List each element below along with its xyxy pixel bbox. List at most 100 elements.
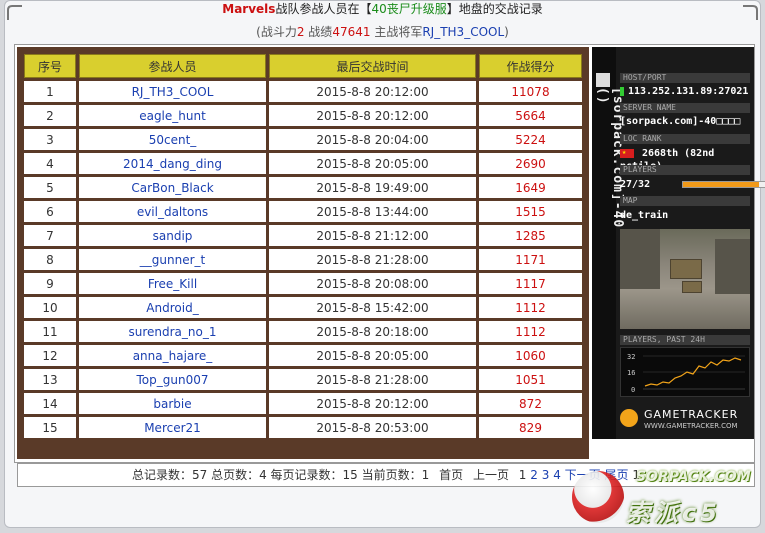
player-link[interactable]: CarBon_Black	[79, 177, 266, 198]
battle-score: 1515	[479, 201, 582, 222]
graph-tick-32: 32	[627, 353, 635, 361]
first-page-link[interactable]: 首页	[439, 468, 463, 482]
table-row: 2 eagle_hunt 2015-8-8 20:12:00 5664	[24, 105, 582, 126]
battle-score: 11078	[479, 81, 582, 102]
table-row: 4 2014_dang_ding 2015-8-8 20:05:00 2690	[24, 153, 582, 174]
battle-score: 1112	[479, 297, 582, 318]
table-row: 3 50cent_ 2015-8-8 20:04:00 5224	[24, 129, 582, 150]
gametracker-logo[interactable]: GAMETRACKER WWW.GAMETRACKER.COM	[620, 407, 752, 433]
row-no: 2	[24, 105, 76, 126]
graph-label: PLAYERS, PAST 24H	[620, 335, 750, 345]
battle-score: 829	[479, 417, 582, 438]
row-no: 14	[24, 393, 76, 414]
map-label: MAP	[620, 196, 750, 206]
row-no: 13	[24, 369, 76, 390]
table-row: 6 evil_daltons 2015-8-8 13:44:00 1515	[24, 201, 582, 222]
player-link[interactable]: Free_Kill	[79, 273, 266, 294]
general-link[interactable]: RJ_TH3_COOL	[422, 25, 504, 39]
player-link[interactable]: Android_	[79, 297, 266, 318]
player-link[interactable]: surendra_no_1	[79, 321, 266, 342]
table-row: 1 RJ_TH3_COOL 2015-8-8 20:12:00 11078	[24, 81, 582, 102]
graph-tick-0: 0	[631, 386, 635, 394]
player-link[interactable]: __gunner_t	[79, 249, 266, 270]
china-flag-icon	[620, 146, 634, 159]
row-no: 8	[24, 249, 76, 270]
players-label: PLAYERS	[620, 165, 750, 175]
page-link-2[interactable]: 2	[530, 468, 538, 482]
row-no: 6	[24, 201, 76, 222]
player-link[interactable]: eagle_hunt	[79, 105, 266, 126]
battle-score: 2690	[479, 153, 582, 174]
table-row: 5 CarBon_Black 2015-8-8 19:49:00 1649	[24, 177, 582, 198]
players-24h-graph: 32 16 0	[620, 347, 750, 397]
page-title: Marvels战队参战人员在【40丧尸升级服】地盘的交战记录	[0, 0, 765, 18]
last-battle-time: 2015-8-8 20:53:00	[269, 417, 476, 438]
battle-score: 1060	[479, 345, 582, 366]
record-value: 47641	[332, 25, 371, 39]
table-row: 11 surendra_no_1 2015-8-8 20:18:00 1112	[24, 321, 582, 342]
battle-score: 1117	[479, 273, 582, 294]
online-indicator-icon	[620, 86, 624, 96]
server-name[interactable]: 40丧尸升级服	[371, 2, 446, 16]
player-link[interactable]: 50cent_	[79, 129, 266, 150]
gametracker-logo-icon	[620, 409, 638, 427]
page-link-1[interactable]: 1	[519, 468, 527, 482]
player-link[interactable]: RJ_TH3_COOL	[79, 81, 266, 102]
host-value: 113.252.131.89:27021	[620, 85, 750, 98]
last-battle-time: 2015-8-8 20:08:00	[269, 273, 476, 294]
player-link[interactable]: barbie	[79, 393, 266, 414]
table-row: 9 Free_Kill 2015-8-8 20:08:00 1117	[24, 273, 582, 294]
server-name-label: SERVER NAME	[620, 103, 750, 113]
row-no: 12	[24, 345, 76, 366]
row-no: 11	[24, 321, 76, 342]
gametracker-side: [sorpack.com]-40()	[592, 47, 625, 439]
battle-score: 1285	[479, 225, 582, 246]
last-battle-time: 2015-8-8 20:05:00	[269, 345, 476, 366]
col-header-time: 最后交战时间	[269, 54, 476, 78]
last-battle-time: 2015-8-8 19:49:00	[269, 177, 476, 198]
last-battle-time: 2015-8-8 15:42:00	[269, 297, 476, 318]
row-no: 9	[24, 273, 76, 294]
player-link[interactable]: 2014_dang_ding	[79, 153, 266, 174]
battle-score: 1649	[479, 177, 582, 198]
col-header-player: 参战人员	[79, 54, 266, 78]
row-no: 7	[24, 225, 76, 246]
col-header-score: 作战得分	[479, 54, 582, 78]
player-link[interactable]: Top_gun007	[79, 369, 266, 390]
player-link[interactable]: evil_daltons	[79, 201, 266, 222]
clan-name[interactable]: Marvels	[222, 2, 275, 16]
table-header-row: 序号 参战人员 最后交战时间 作战得分	[24, 54, 582, 78]
battle-score: 1112	[479, 321, 582, 342]
last-battle-time: 2015-8-8 21:28:00	[269, 369, 476, 390]
players-bar-fill	[683, 182, 759, 187]
battle-score: 872	[479, 393, 582, 414]
watermark-logo-icon	[572, 471, 624, 523]
player-link[interactable]: sandip	[79, 225, 266, 246]
last-battle-time: 2015-8-8 20:05:00	[269, 153, 476, 174]
rank-label: LOC RANK	[620, 134, 750, 144]
last-battle-time: 2015-8-8 20:18:00	[269, 321, 476, 342]
pagination-summary: 总记录数：57 总页数：4 每页记录数：15 当前页数：1	[132, 468, 430, 482]
page-link-3[interactable]: 3	[542, 468, 550, 482]
battle-score: 1171	[479, 249, 582, 270]
players-bar	[682, 181, 765, 188]
prev-page-link[interactable]: 上一页	[473, 468, 509, 482]
col-header-no: 序号	[24, 54, 76, 78]
row-no: 10	[24, 297, 76, 318]
gametracker-widget[interactable]: [sorpack.com]-40() HOST/PORT 113.252.131…	[592, 47, 765, 439]
map-screenshot	[620, 229, 750, 329]
row-no: 15	[24, 417, 76, 438]
player-link[interactable]: anna_hajare_	[79, 345, 266, 366]
last-battle-time: 2015-8-8 20:12:00	[269, 81, 476, 102]
title-text-end: 】地盘的交战记录	[446, 2, 543, 16]
table-row: 7 sandip 2015-8-8 21:12:00 1285	[24, 225, 582, 246]
row-no: 1	[24, 81, 76, 102]
player-link[interactable]: Mercer21	[79, 417, 266, 438]
table-row: 14 barbie 2015-8-8 20:12:00 872	[24, 393, 582, 414]
table-row: 8 __gunner_t 2015-8-8 21:28:00 1171	[24, 249, 582, 270]
server-name-value: [sorpack.com]-40□□□□	[620, 116, 741, 127]
title-text: 战队参战人员在【	[275, 2, 372, 16]
table-row: 12 anna_hajare_ 2015-8-8 20:05:00 1060	[24, 345, 582, 366]
row-no: 3	[24, 129, 76, 150]
battle-record-table: 序号 参战人员 最后交战时间 作战得分 1 RJ_TH3_COOL 2015-8-8…	[17, 47, 589, 459]
